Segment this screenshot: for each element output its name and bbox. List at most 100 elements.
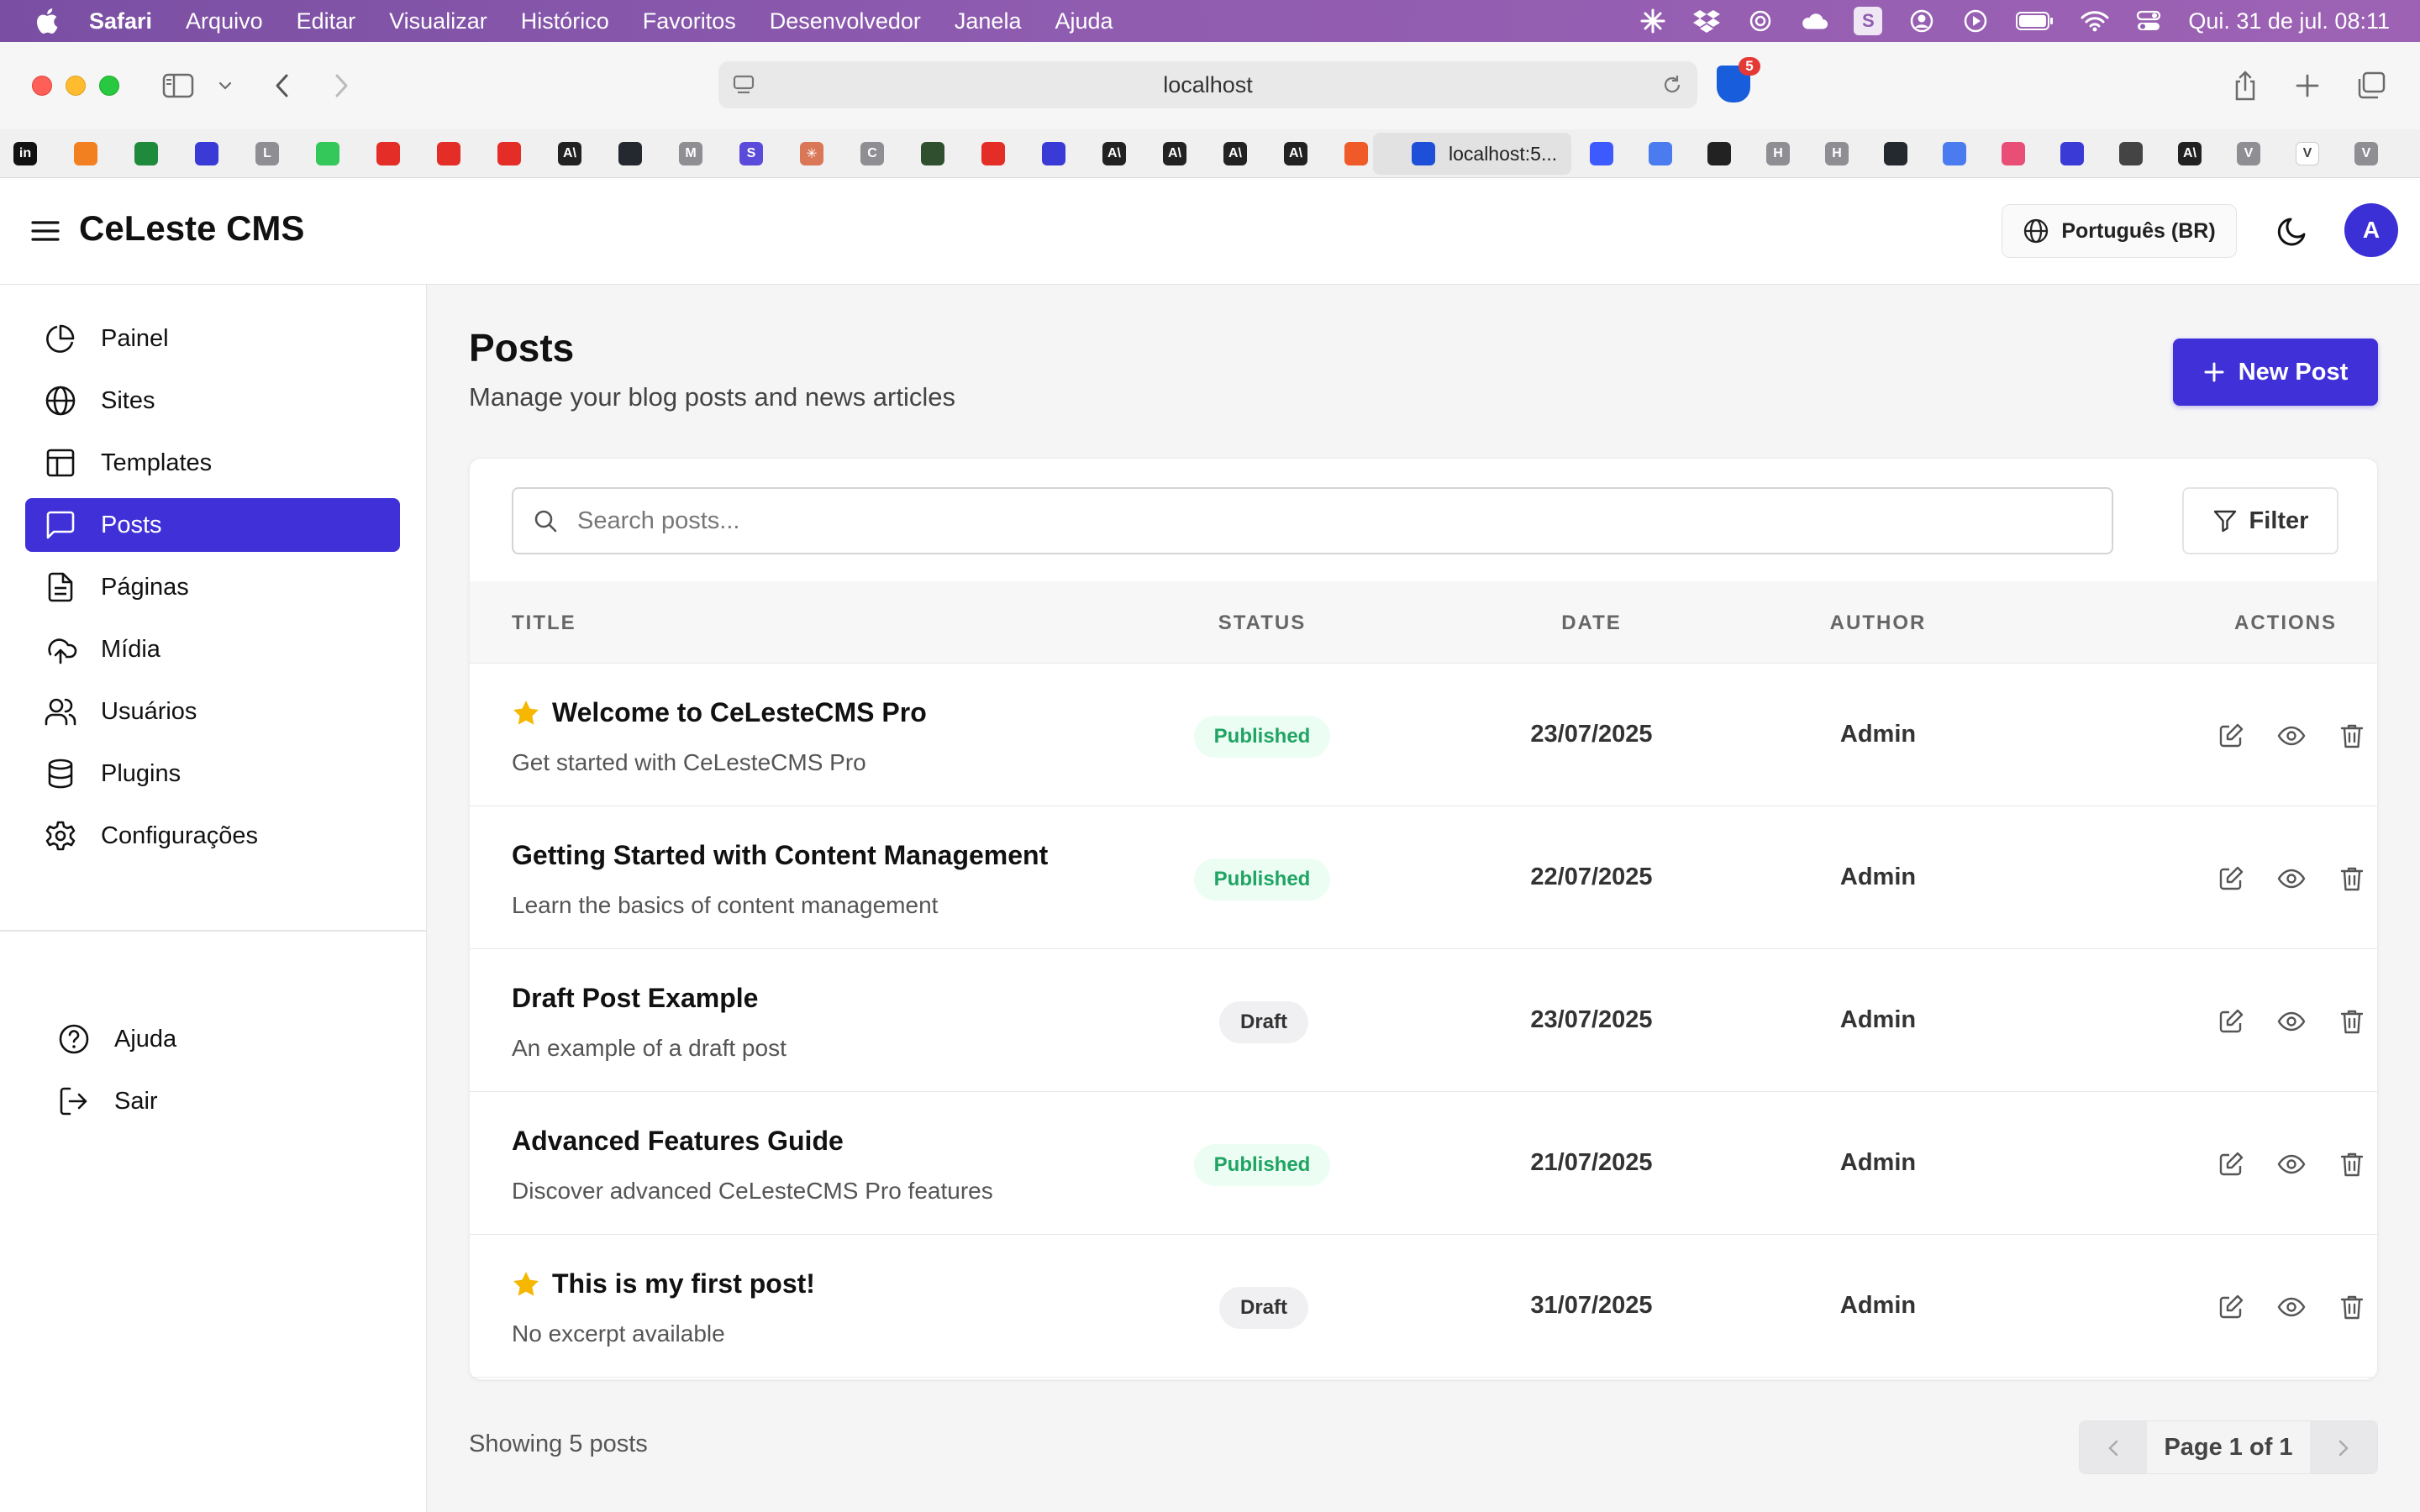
favorite-bookmark-icon[interactable] — [921, 142, 944, 165]
trash-icon[interactable] — [2335, 1005, 2369, 1038]
active-tab-label[interactable]: localhost:5... — [1449, 143, 1557, 165]
favorite-bookmark-icon[interactable]: H — [1825, 142, 1849, 165]
active-browser-tab[interactable]: localhost:5... — [1373, 133, 1571, 175]
icloud-icon[interactable] — [1800, 7, 1828, 35]
address-bar[interactable]: localhost — [718, 61, 1697, 108]
column-author[interactable]: AUTHOR — [1830, 612, 1927, 635]
favorite-bookmark-icon[interactable]: ✳ — [800, 142, 823, 165]
menu-app-name[interactable]: Safari — [89, 8, 152, 34]
favorite-bookmark-icon[interactable] — [1707, 142, 1731, 165]
trash-icon[interactable] — [2335, 719, 2369, 753]
page-settings-icon[interactable] — [732, 73, 755, 97]
favorite-bookmark-icon[interactable] — [1649, 142, 1672, 165]
sidebar-item-posts[interactable]: Posts — [25, 498, 400, 552]
sidebar-item-paginas[interactable]: Páginas — [25, 560, 400, 614]
sidebar-item-sites[interactable]: Sites — [25, 374, 400, 428]
previous-page-button[interactable] — [2080, 1421, 2147, 1473]
edit-icon[interactable] — [2214, 719, 2248, 753]
menu-desenvolvedor[interactable]: Desenvolvedor — [770, 8, 921, 34]
favorite-bookmark-icon[interactable] — [74, 142, 97, 165]
table-row[interactable]: This is my first post! No excerpt availab… — [470, 1235, 2377, 1378]
tab-overview-icon[interactable] — [2353, 69, 2390, 102]
table-row[interactable]: Getting Started with Content Management L… — [470, 806, 2377, 949]
favorite-bookmark-icon[interactable]: A\ — [1223, 142, 1247, 165]
control-center-icon[interactable] — [2134, 7, 2163, 35]
favorite-bookmark-icon[interactable]: S — [739, 142, 763, 165]
menu-historico[interactable]: Histórico — [521, 8, 609, 34]
favorite-bookmark-icon[interactable] — [376, 142, 400, 165]
favorite-bookmark-icon[interactable]: V — [2296, 142, 2319, 165]
favorite-bookmark-icon[interactable] — [195, 142, 218, 165]
edit-icon[interactable] — [2214, 862, 2248, 895]
favorite-bookmark-icon[interactable] — [2002, 142, 2025, 165]
apple-logo-icon[interactable] — [34, 7, 59, 35]
sidebar-item-sair[interactable]: Sair — [39, 1074, 413, 1128]
hamburger-menu-icon[interactable] — [30, 218, 60, 244]
claude-status-icon[interactable] — [1639, 7, 1667, 35]
favorite-bookmark-icon[interactable]: in — [13, 142, 37, 165]
edit-icon[interactable] — [2214, 1147, 2248, 1181]
forward-icon[interactable] — [326, 69, 356, 102]
favorite-bookmark-icon[interactable]: C — [860, 142, 884, 165]
chevron-down-icon[interactable] — [213, 76, 237, 96]
play-icon[interactable] — [1961, 7, 1990, 35]
wifi-icon[interactable] — [2081, 7, 2109, 35]
favorite-bookmark-icon[interactable]: H — [1766, 142, 1790, 165]
filter-button[interactable]: Filter — [2182, 487, 2338, 554]
window-close-button[interactable] — [32, 76, 52, 96]
favorite-bookmark-icon[interactable]: V — [2354, 142, 2378, 165]
next-page-button[interactable] — [2310, 1421, 2377, 1473]
favorite-bookmark-icon[interactable]: M — [679, 142, 702, 165]
back-icon[interactable] — [267, 69, 297, 102]
favorite-bookmark-icon[interactable] — [437, 142, 460, 165]
trash-icon[interactable] — [2335, 1147, 2369, 1181]
sidebar-item-configuracoes[interactable]: Configurações — [25, 809, 400, 863]
eye-icon[interactable] — [2275, 1147, 2308, 1181]
favorite-bookmark-icon[interactable] — [981, 142, 1005, 165]
column-date[interactable]: DATE — [1561, 612, 1622, 635]
menu-ajuda[interactable]: Ajuda — [1055, 8, 1113, 34]
dropbox-icon[interactable] — [1692, 7, 1721, 35]
moon-icon[interactable] — [2274, 212, 2312, 250]
table-row[interactable]: Draft Post Example An example of a draft … — [470, 949, 2377, 1092]
favorite-bookmark-icon[interactable]: A\ — [1163, 142, 1186, 165]
reload-icon[interactable] — [1660, 73, 1684, 97]
user-avatar[interactable]: A — [2344, 203, 2398, 257]
column-title[interactable]: TITLE — [512, 612, 576, 635]
trash-icon[interactable] — [2335, 1290, 2369, 1324]
favorite-bookmark-icon[interactable]: A\ — [2178, 142, 2202, 165]
sidebar-item-templates[interactable]: Templates — [25, 436, 400, 490]
menu-favoritos[interactable]: Favoritos — [643, 8, 736, 34]
favorite-bookmark-icon[interactable] — [618, 142, 642, 165]
new-tab-icon[interactable] — [2291, 69, 2324, 102]
favorite-bookmark-icon[interactable]: V — [2237, 142, 2260, 165]
post-title[interactable]: Advanced Features Guide — [512, 1126, 844, 1157]
favorite-bookmark-icon[interactable] — [2119, 142, 2143, 165]
eye-icon[interactable] — [2275, 719, 2308, 753]
menu-janela[interactable]: Janela — [955, 8, 1022, 34]
s-app-icon[interactable]: S — [1854, 7, 1883, 35]
language-selector-button[interactable]: Português (BR) — [2002, 204, 2237, 258]
sidebar-item-painel[interactable]: Painel — [25, 312, 400, 365]
window-minimize-button[interactable] — [66, 76, 86, 96]
menu-arquivo[interactable]: Arquivo — [186, 8, 263, 34]
chatgpt-icon[interactable] — [1746, 7, 1775, 35]
favorite-bookmark-icon[interactable]: A\ — [558, 142, 581, 165]
menu-visualizar[interactable]: Visualizar — [389, 8, 487, 34]
bitwarden-extension-icon[interactable]: 5 — [1717, 57, 1760, 104]
favorite-bookmark-icon[interactable] — [497, 142, 521, 165]
favorite-bookmark-icon[interactable] — [1344, 142, 1368, 165]
favorite-bookmark-icon[interactable] — [1943, 142, 1966, 165]
eye-icon[interactable] — [2275, 1290, 2308, 1324]
sidebar-item-usuarios[interactable]: Usuários — [25, 685, 400, 738]
favorite-bookmark-icon[interactable]: A\ — [1102, 142, 1126, 165]
window-zoom-button[interactable] — [99, 76, 119, 96]
sidebar-item-midia[interactable]: Mídia — [25, 622, 400, 676]
favorite-bookmark-icon[interactable] — [316, 142, 339, 165]
eye-icon[interactable] — [2275, 862, 2308, 895]
battery-icon[interactable] — [2015, 7, 2055, 35]
eye-icon[interactable] — [2275, 1005, 2308, 1038]
address-bar-url[interactable]: localhost — [1163, 72, 1253, 98]
menubar-clock[interactable]: Qui. 31 de jul. 08:11 — [2188, 8, 2390, 34]
menu-editar[interactable]: Editar — [297, 8, 356, 34]
